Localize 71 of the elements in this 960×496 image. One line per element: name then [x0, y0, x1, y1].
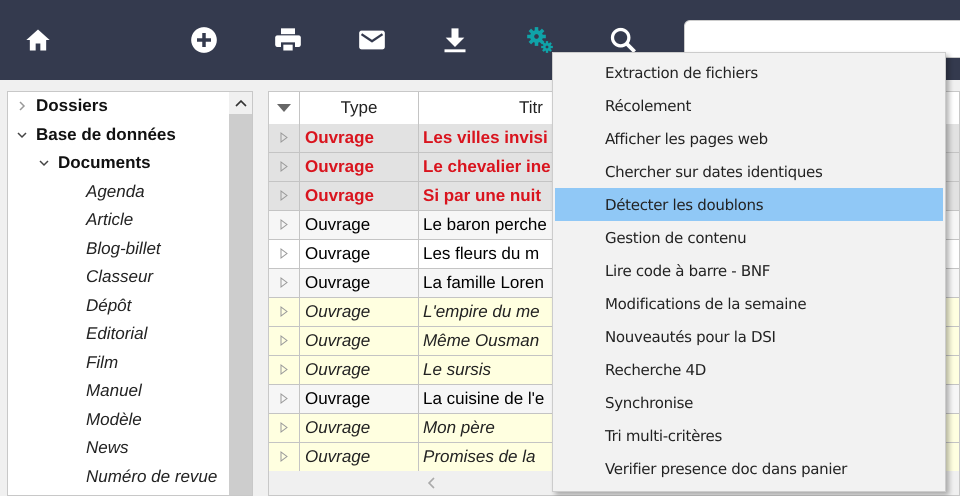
- table-cell: Le sursis: [423, 360, 492, 380]
- expand-icon[interactable]: [280, 451, 288, 462]
- menu-item[interactable]: Extraction de fichiers: [555, 56, 943, 89]
- expand-icon[interactable]: [280, 219, 288, 230]
- menu-item[interactable]: Chercher sur dates identiques: [555, 155, 943, 188]
- column-header[interactable]: Type: [340, 98, 378, 118]
- table-cell: Ouvrage: [305, 156, 374, 177]
- expand-icon[interactable]: [280, 306, 288, 318]
- column-header[interactable]: Titr: [519, 98, 543, 118]
- table-cell: La cuisine de l'e: [423, 388, 544, 409]
- tree-item[interactable]: Editorial: [86, 324, 148, 344]
- menu-item[interactable]: Tri multi-critères: [555, 419, 943, 452]
- table-cell: Même Ousman: [423, 330, 540, 351]
- menu-item[interactable]: Synchronise: [555, 386, 943, 419]
- plus-circle-icon[interactable]: [188, 24, 220, 56]
- menu-item[interactable]: Récolement: [555, 89, 943, 122]
- tree-item[interactable]: Classeur: [86, 267, 154, 288]
- table-cell: L'empire du me: [423, 302, 540, 322]
- expand-icon[interactable]: [280, 161, 288, 172]
- tree-item[interactable]: Modèle: [86, 410, 142, 430]
- expand-icon[interactable]: [280, 132, 288, 144]
- menu-item[interactable]: Verifier presence doc dans panier: [555, 452, 943, 485]
- table-cell: Ouvrage: [305, 214, 370, 235]
- tree-item[interactable]: Agenda: [86, 182, 145, 202]
- table-cell: Les fleurs du m: [423, 244, 540, 264]
- tree-item[interactable]: Documents: [58, 153, 151, 174]
- table-cell: Ouvrage: [305, 186, 374, 206]
- gears-icon[interactable]: [524, 24, 556, 56]
- table-cell: Ouvrage: [305, 302, 370, 322]
- table-cell: Ouvrage: [305, 446, 370, 467]
- tree-item[interactable]: Blog-billet: [86, 238, 161, 259]
- table-cell: La famille Loren: [423, 272, 544, 293]
- tree-item[interactable]: Dossiers: [36, 96, 108, 116]
- table-cell: Ouvrage: [305, 388, 370, 409]
- table-cell: Les villes invisi: [423, 128, 548, 148]
- table-cell: Mon père: [423, 418, 495, 438]
- tree-item[interactable]: Numéro de revue: [86, 466, 218, 487]
- table-cell: Ouvrage: [305, 418, 370, 438]
- expand-icon[interactable]: [280, 364, 288, 376]
- expand-icon[interactable]: [280, 335, 288, 346]
- menu-item[interactable]: Modifications de la semaine: [555, 287, 943, 320]
- table-cell: Ouvrage: [305, 330, 370, 351]
- menu-item[interactable]: Nouveautés pour la DSI: [555, 320, 943, 353]
- expand-icon[interactable]: [280, 422, 288, 434]
- table-cell: Ouvrage: [305, 272, 370, 293]
- table-cell: Ouvrage: [305, 244, 370, 264]
- menu-item[interactable]: Recherche 4D: [555, 353, 943, 386]
- menu-item[interactable]: Détecter les doublons: [555, 188, 943, 221]
- menu-item[interactable]: Gestion de contenu: [555, 221, 943, 254]
- tree-item[interactable]: Manuel: [86, 381, 142, 402]
- tree-item[interactable]: Article: [86, 210, 134, 230]
- scroll-up-icon[interactable]: [234, 99, 246, 107]
- tree-item[interactable]: Dépôt: [86, 296, 132, 316]
- sort-down-icon[interactable]: [277, 104, 291, 112]
- scrollbar[interactable]: [229, 92, 252, 495]
- expand-icon[interactable]: [280, 190, 288, 202]
- tree-item[interactable]: News: [86, 438, 129, 458]
- menu-item[interactable]: Afficher les pages web: [555, 122, 943, 155]
- expand-icon[interactable]: [280, 248, 288, 260]
- expand-icon[interactable]: [280, 393, 288, 404]
- expand-icon[interactable]: [280, 277, 288, 288]
- table-cell: Le baron perche: [423, 214, 547, 235]
- tree-item[interactable]: Film: [86, 352, 118, 373]
- table-cell: Promises de la: [423, 446, 536, 467]
- table-cell: Le chevalier ine: [423, 156, 551, 177]
- table-cell: Si par une nuit: [423, 186, 542, 206]
- tree-item[interactable]: Base de données: [36, 124, 176, 145]
- menu-item[interactable]: Lire code à barre - BNF: [555, 254, 943, 287]
- table-cell: Ouvrage: [305, 128, 374, 148]
- table-cell: Ouvrage: [305, 360, 370, 380]
- scroll-left-icon[interactable]: [427, 477, 435, 490]
